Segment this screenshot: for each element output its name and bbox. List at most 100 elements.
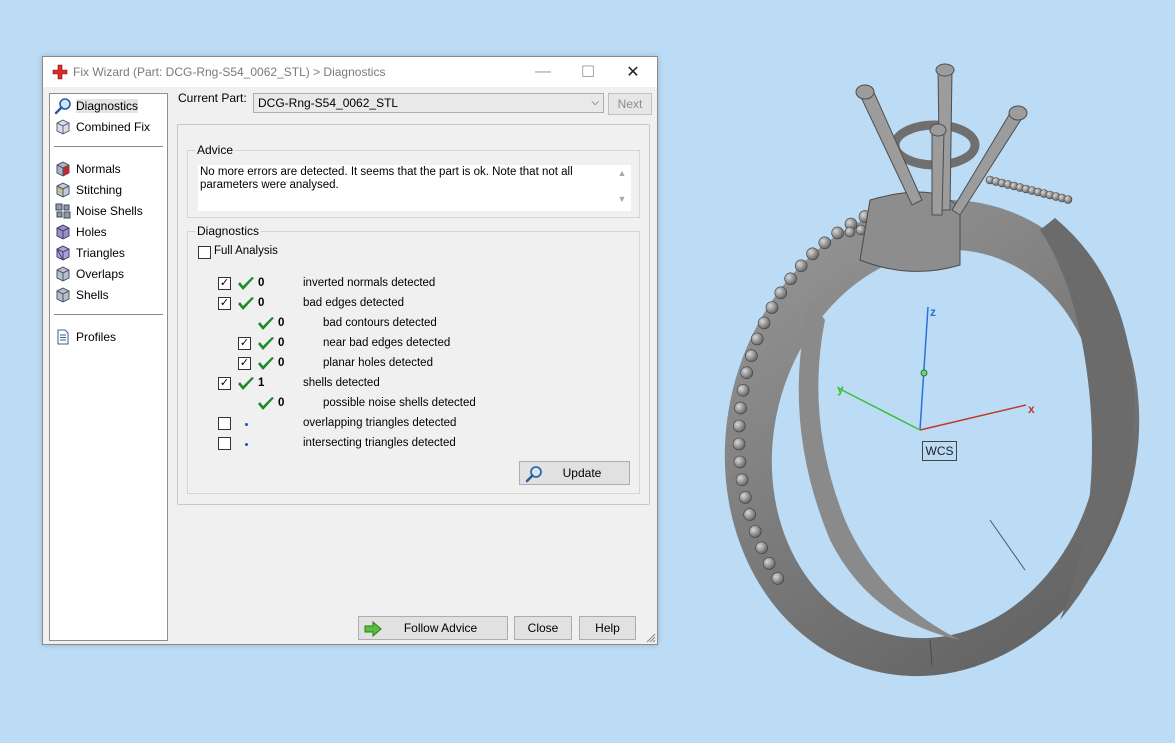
diagnostic-checkbox[interactable]: ✓ [218,297,231,310]
full-analysis-checkbox[interactable] [198,246,211,259]
green-check-icon [238,277,254,290]
magnifier-icon [525,466,542,483]
pivot-point [920,369,928,377]
diagnostic-label: overlapping triangles detected [303,417,457,429]
diagnostics-title: Diagnostics [195,224,262,238]
diagnostic-checkbox[interactable]: ✓ [218,277,231,290]
green-check-icon [258,337,274,350]
diagnostic-checkbox[interactable]: ✓ [238,357,251,370]
sidebar-item-combined-fix[interactable]: Combined Fix [54,117,164,137]
sidebar-item-label: Overlaps [76,267,125,281]
maximize-button[interactable]: ☐ [566,59,610,85]
sidebar-divider [54,314,163,315]
y-axis-label: y [837,382,844,396]
full-analysis-label: Full Analysis [214,245,278,257]
diagnostic-count: 0 [278,397,285,409]
scroll-down-icon[interactable]: ▼ [615,193,629,205]
green-check-icon [258,357,274,370]
follow-advice-button[interactable]: Follow Advice [358,616,508,640]
status-dot-icon [245,423,248,426]
follow-advice-label: Follow Advice [403,621,478,635]
diagnostic-label: bad contours detected [323,317,437,329]
sidebar-item-label: Profiles [76,330,117,344]
close-button[interactable]: Close [514,616,572,640]
current-part-label: Current Part: [178,91,247,105]
holes-cube-icon [56,224,70,240]
diagnostic-label: intersecting triangles detected [303,437,456,449]
sidebar-item-diagnostics[interactable]: Diagnostics [54,96,164,116]
diagnostic-checkbox[interactable] [218,437,231,450]
wizard-panel: Advice No more errors are detected. It s… [177,124,650,505]
sidebar-item-noise-shells[interactable]: Noise Shells [54,201,164,221]
green-arrow-icon [364,620,382,638]
advice-scrollbar[interactable]: ▲ ▼ [615,167,629,207]
sidebar-item-label: Normals [76,162,121,176]
help-button[interactable]: Help [579,616,636,640]
sidebar-item-label: Diagnostics [76,99,139,113]
update-button[interactable]: Update [519,461,630,485]
sidebar-item-holes[interactable]: Holes [54,222,164,242]
sidebar-divider [54,146,163,147]
diagnostic-label: inverted normals detected [303,277,436,289]
green-check-icon [258,317,274,330]
diagnostics-group: Diagnostics Full Analysis ✓ 0 inverted nor… [187,224,640,494]
current-part-select[interactable]: DCG-Rng-S54_0062_STL ⌵ [253,93,604,113]
advice-text-box: No more errors are detected. It seems th… [198,165,631,211]
minimize-button[interactable]: — [521,59,565,85]
close-window-button[interactable]: ✕ [611,59,655,85]
cube-icon [56,119,70,135]
sidebar-nav: Diagnostics Combined Fix Normals Stitchi… [49,93,168,641]
green-check-icon [238,297,254,310]
diagnostic-checkbox[interactable] [218,417,231,430]
sidebar-item-normals[interactable]: Normals [54,159,164,179]
next-button[interactable]: Next [608,93,652,115]
red-cross-icon [52,64,68,80]
fix-wizard-dialog: Fix Wizard (Part: DCG-Rng-S54_0062_STL) … [42,56,658,645]
sidebar-item-triangles[interactable]: Triangles [54,243,164,263]
document-icon [57,329,69,345]
chevron-down-icon: ⌵ [591,97,599,108]
title-bar[interactable]: Fix Wizard (Part: DCG-Rng-S54_0062_STL) … [43,57,657,87]
sidebar-item-label: Triangles [76,246,125,260]
shells-cube-icon [56,287,70,303]
magnifier-icon [54,98,71,115]
current-part-value: DCG-Rng-S54_0062_STL [258,96,399,110]
wcs-label: WCS [922,441,957,461]
diagnostic-count: 0 [278,317,285,329]
x-axis-label: x [1028,402,1035,416]
overlaps-cube-icon [56,266,70,282]
diagnostic-label: near bad edges detected [323,337,451,349]
sidebar-item-shells[interactable]: Shells [54,285,164,305]
diagnostic-label: possible noise shells detected [323,397,476,409]
triangles-cube-icon [56,245,70,261]
diagnostic-checkbox[interactable]: ✓ [238,337,251,350]
sidebar-item-label: Noise Shells [76,204,143,218]
window-title: Fix Wizard (Part: DCG-Rng-S54_0062_STL) … [73,65,386,79]
diagnostic-count: 0 [278,337,285,349]
z-axis-label: z [930,305,936,319]
diagnostic-label: bad edges detected [303,297,405,309]
green-check-icon [238,377,254,390]
advice-group: Advice No more errors are detected. It s… [187,143,640,218]
normals-cube-icon [56,161,70,177]
green-check-icon [258,397,274,410]
advice-title: Advice [195,143,236,157]
noise-shells-icon [55,203,71,219]
sidebar-item-profiles[interactable]: Profiles [54,327,164,347]
diagnostic-count: 0 [258,297,265,309]
sidebar-item-overlaps[interactable]: Overlaps [54,264,164,284]
diagnostic-count: 0 [258,277,265,289]
diagnostic-checkbox[interactable]: ✓ [218,377,231,390]
diagnostic-count: 1 [258,377,265,389]
resize-grip-icon[interactable] [646,633,656,643]
sidebar-item-label: Holes [76,225,107,239]
advice-text: No more errors are detected. It seems th… [200,166,573,191]
diagnostic-label: planar holes detected [323,357,433,369]
3d-viewport[interactable]: z y x WCS [660,0,1175,740]
sidebar-item-label: Combined Fix [76,120,151,134]
sidebar-item-label: Shells [76,288,109,302]
ring-model-icon [724,63,1140,677]
sidebar-item-stitching[interactable]: Stitching [54,180,164,200]
scroll-up-icon[interactable]: ▲ [615,167,629,179]
sidebar-item-label: Stitching [76,183,123,197]
